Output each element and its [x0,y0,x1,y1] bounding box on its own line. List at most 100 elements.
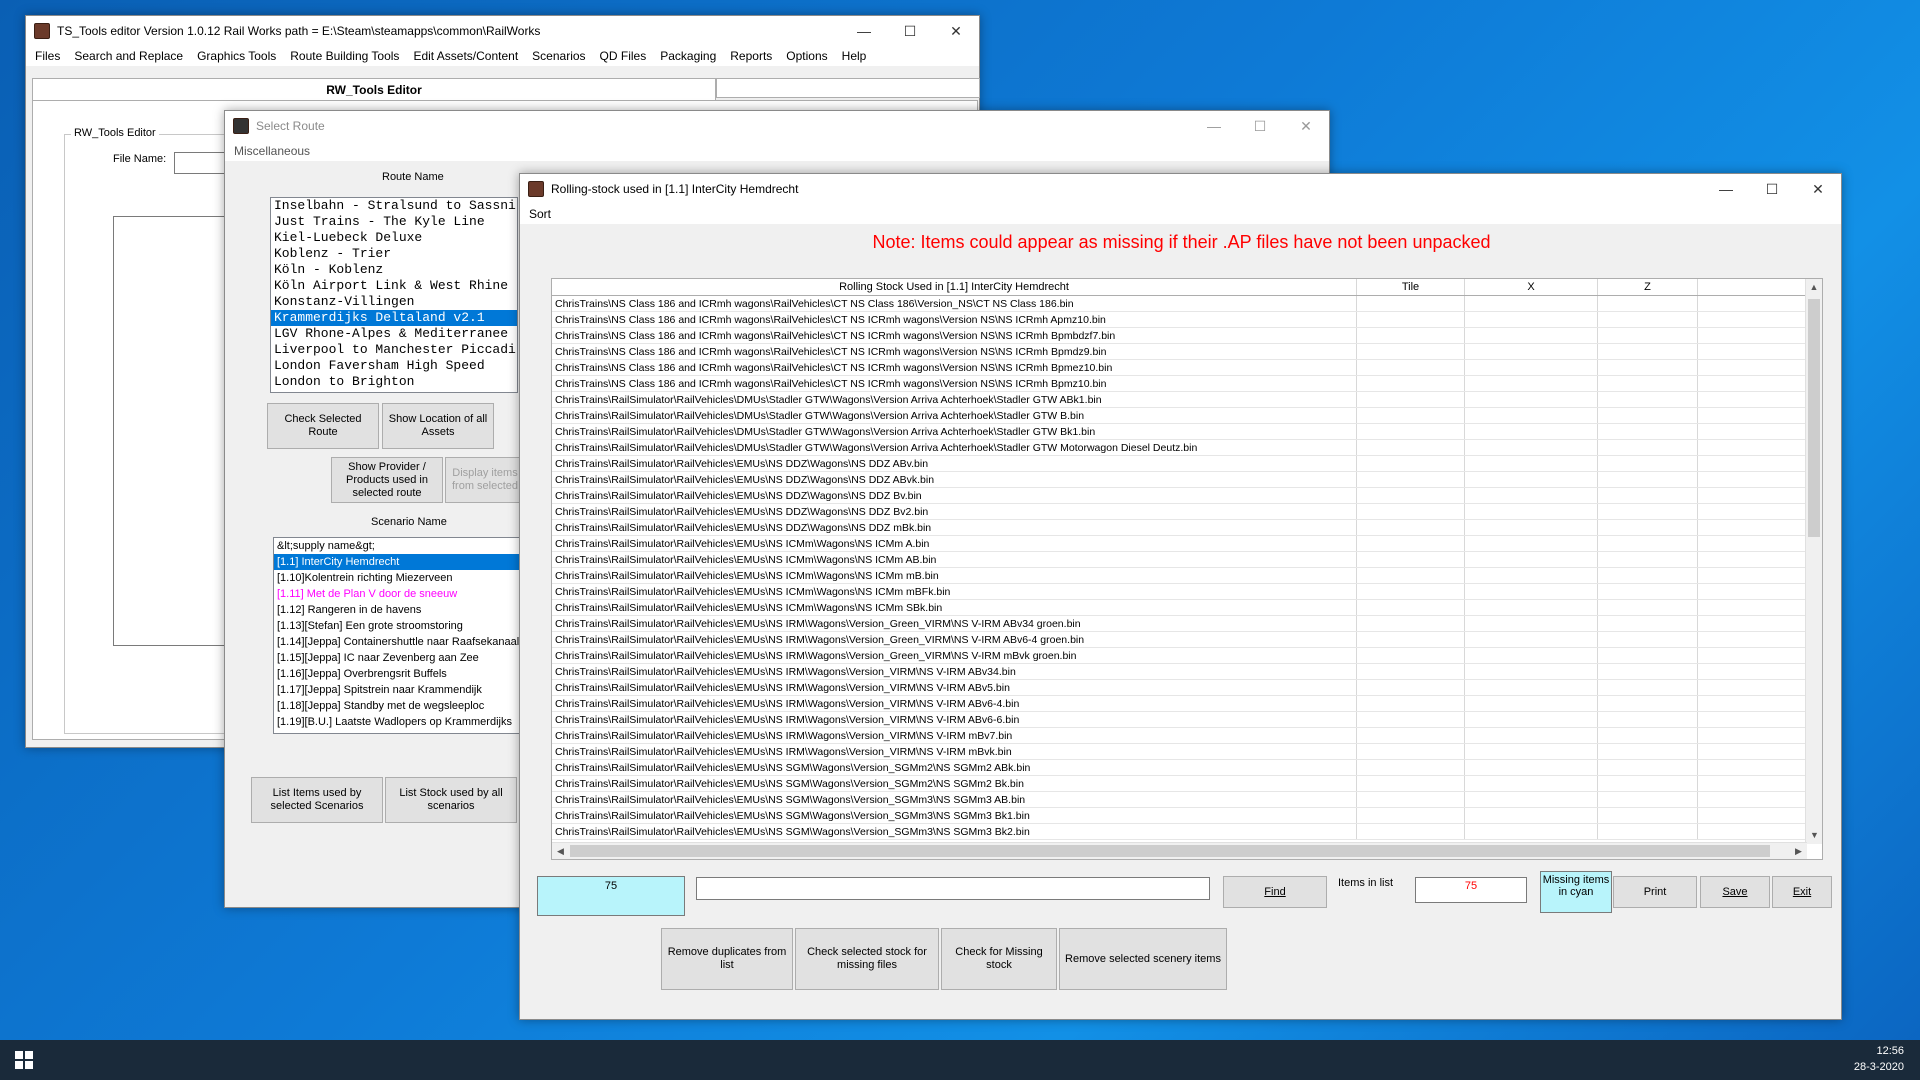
scenario-item[interactable]: [1.13][Stefan] Een grote stroomstoring [274,618,520,634]
menu-sort[interactable]: Sort [522,207,558,221]
remove-duplicates-button[interactable]: Remove duplicates from list [661,928,793,990]
rolling-stock-titlebar[interactable]: Rolling-stock used in [1.1] InterCity He… [520,174,1841,204]
table-row[interactable]: ChrisTrains\RailSimulator\RailVehicles\E… [552,808,1822,824]
rolling-stock-grid[interactable]: Rolling Stock Used in [1.1] InterCity He… [551,278,1823,860]
route-item[interactable]: Liverpool to Manchester Piccadilly [271,342,517,358]
route-item[interactable]: Köln - Koblenz [271,262,517,278]
table-row[interactable]: ChrisTrains\RailSimulator\RailVehicles\E… [552,792,1822,808]
minimize-icon[interactable]: — [1703,174,1749,204]
menu-options[interactable]: Options [779,49,834,63]
menu-help[interactable]: Help [835,49,874,63]
table-row[interactable]: ChrisTrains\NS Class 186 and ICRmh wagon… [552,312,1822,328]
exit-button[interactable]: Exit [1772,876,1832,908]
table-row[interactable]: ChrisTrains\RailSimulator\RailVehicles\E… [552,680,1822,696]
route-item[interactable]: London Faversham High Speed [271,358,517,374]
menu-route-building-tools[interactable]: Route Building Tools [283,49,406,63]
windows-start-icon[interactable] [0,1040,48,1080]
table-row[interactable]: ChrisTrains\RailSimulator\RailVehicles\E… [552,488,1822,504]
remove-scenery-button[interactable]: Remove selected scenery items [1059,928,1227,990]
menu-qd-files[interactable]: QD Files [593,49,654,63]
route-item-selected[interactable]: Krammerdijks Deltaland v2.1 [271,310,517,326]
maximize-icon[interactable]: ☐ [1237,111,1283,141]
table-row[interactable]: ChrisTrains\RailSimulator\RailVehicles\E… [552,568,1822,584]
scenario-item[interactable]: [1.10]Kolentrein richting Miezerveen [274,570,520,586]
table-row[interactable]: ChrisTrains\RailSimulator\RailVehicles\D… [552,440,1822,456]
table-row[interactable]: ChrisTrains\RailSimulator\RailVehicles\E… [552,744,1822,760]
table-row[interactable]: ChrisTrains\RailSimulator\RailVehicles\E… [552,472,1822,488]
close-icon[interactable]: ✕ [1795,174,1841,204]
tab-second[interactable] [716,78,980,98]
scroll-hthumb[interactable] [570,845,1770,857]
table-row[interactable]: ChrisTrains\RailSimulator\RailVehicles\E… [552,728,1822,744]
search-input[interactable] [696,877,1210,900]
display-items-button[interactable]: Display items from selected [445,457,525,503]
show-provider-products-button[interactable]: Show Provider / Products used in selecte… [331,457,443,503]
menu-files[interactable]: Files [28,49,67,63]
column-header-path[interactable]: Rolling Stock Used in [1.1] InterCity He… [552,279,1357,295]
table-row[interactable]: ChrisTrains\RailSimulator\RailVehicles\E… [552,504,1822,520]
table-row[interactable]: ChrisTrains\RailSimulator\RailVehicles\E… [552,616,1822,632]
close-icon[interactable]: ✕ [933,16,979,46]
column-header-x[interactable]: X [1465,279,1598,295]
table-row[interactable]: ChrisTrains\RailSimulator\RailVehicles\E… [552,776,1822,792]
scenario-list[interactable]: &lt;supply name&gt; [1.1] InterCity Hemd… [273,537,521,734]
table-row[interactable]: ChrisTrains\NS Class 186 and ICRmh wagon… [552,296,1822,312]
column-header-tile[interactable]: Tile [1357,279,1465,295]
scroll-thumb[interactable] [1808,299,1820,537]
select-route-titlebar[interactable]: Select Route — ☐ ✕ [225,111,1329,141]
route-item[interactable]: LGV Rhone-Alpes & Mediterranee [271,326,517,342]
table-row[interactable]: ChrisTrains\RailSimulator\RailVehicles\E… [552,520,1822,536]
table-row[interactable]: ChrisTrains\RailSimulator\RailVehicles\D… [552,408,1822,424]
horizontal-scrollbar[interactable]: ◀ ▶ [552,842,1807,859]
scenario-item[interactable]: [1.19][B.U.] Laatste Wadlopers op Kramme… [274,714,520,730]
scenario-item[interactable]: [1.16][Jeppa] Overbrengsrit Buffels [274,666,520,682]
menu-graphics-tools[interactable]: Graphics Tools [190,49,283,63]
scenario-item[interactable]: [1.18][Jeppa] Standby met de wegsleeploc [274,698,520,714]
scenario-item[interactable]: &lt;supply name&gt; [274,538,520,554]
scroll-down-icon[interactable]: ▼ [1806,827,1822,844]
table-row[interactable]: ChrisTrains\RailSimulator\RailVehicles\E… [552,600,1822,616]
table-row[interactable]: ChrisTrains\RailSimulator\RailVehicles\E… [552,760,1822,776]
table-row[interactable]: ChrisTrains\RailSimulator\RailVehicles\E… [552,648,1822,664]
table-row[interactable]: ChrisTrains\RailSimulator\RailVehicles\E… [552,696,1822,712]
route-item[interactable]: Inselbahn - Stralsund to Sassnitz [271,198,517,214]
menu-packaging[interactable]: Packaging [653,49,723,63]
check-missing-files-button[interactable]: Check selected stock for missing files [795,928,939,990]
maximize-icon[interactable]: ☐ [887,16,933,46]
table-row[interactable]: ChrisTrains\RailSimulator\RailVehicles\E… [552,456,1822,472]
menu-search-replace[interactable]: Search and Replace [67,49,190,63]
table-row[interactable]: ChrisTrains\RailSimulator\RailVehicles\D… [552,392,1822,408]
scenario-item[interactable]: [1.14][Jeppa] Containershuttle naar Raaf… [274,634,520,650]
tab-rw-tools-editor[interactable]: RW_Tools Editor [32,78,716,100]
scenario-item[interactable]: [1.12] Rangeren in de havens [274,602,520,618]
table-row[interactable]: ChrisTrains\NS Class 186 and ICRmh wagon… [552,360,1822,376]
route-list[interactable]: Inselbahn - Stralsund to Sassnitz Just T… [270,197,518,393]
vertical-scrollbar[interactable]: ▲ ▼ [1805,279,1822,844]
scenario-item[interactable]: [1.17][Jeppa] Spitstrein naar Krammendij… [274,682,520,698]
table-row[interactable]: ChrisTrains\NS Class 186 and ICRmh wagon… [552,328,1822,344]
menu-miscellaneous[interactable]: Miscellaneous [227,144,317,158]
column-header-z[interactable]: Z [1598,279,1698,295]
scenario-item[interactable]: [1.15][Jeppa] IC naar Zevenberg aan Zee [274,650,520,666]
menu-reports[interactable]: Reports [723,49,779,63]
scenario-item-selected[interactable]: [1.1] InterCity Hemdrecht [274,554,520,570]
maximize-icon[interactable]: ☐ [1749,174,1795,204]
check-selected-route-button[interactable]: Check Selected Route [267,403,379,449]
table-row[interactable]: ChrisTrains\RailSimulator\RailVehicles\E… [552,552,1822,568]
minimize-icon[interactable]: — [1191,111,1237,141]
show-location-assets-button[interactable]: Show Location of all Assets [382,403,494,449]
table-row[interactable]: ChrisTrains\NS Class 186 and ICRmh wagon… [552,344,1822,360]
column-header-extra[interactable] [1698,279,1810,295]
route-item[interactable]: Just Trains - The Kyle Line [271,214,517,230]
table-row[interactable]: ChrisTrains\RailSimulator\RailVehicles\E… [552,584,1822,600]
route-item[interactable]: Köln Airport Link & West Rhine [271,278,517,294]
check-missing-stock-button[interactable]: Check for Missing stock [941,928,1057,990]
taskbar-clock[interactable]: 12:56 28-3-2020 [1854,1043,1904,1075]
find-button[interactable]: Find [1223,876,1327,908]
table-row[interactable]: ChrisTrains\RailSimulator\RailVehicles\E… [552,664,1822,680]
route-item[interactable]: Kiel-Luebeck Deluxe [271,230,517,246]
table-row[interactable]: ChrisTrains\NS Class 186 and ICRmh wagon… [552,376,1822,392]
menu-edit-assets[interactable]: Edit Assets/Content [406,49,525,63]
print-button[interactable]: Print [1613,876,1697,908]
table-row[interactable]: ChrisTrains\RailSimulator\RailVehicles\E… [552,632,1822,648]
